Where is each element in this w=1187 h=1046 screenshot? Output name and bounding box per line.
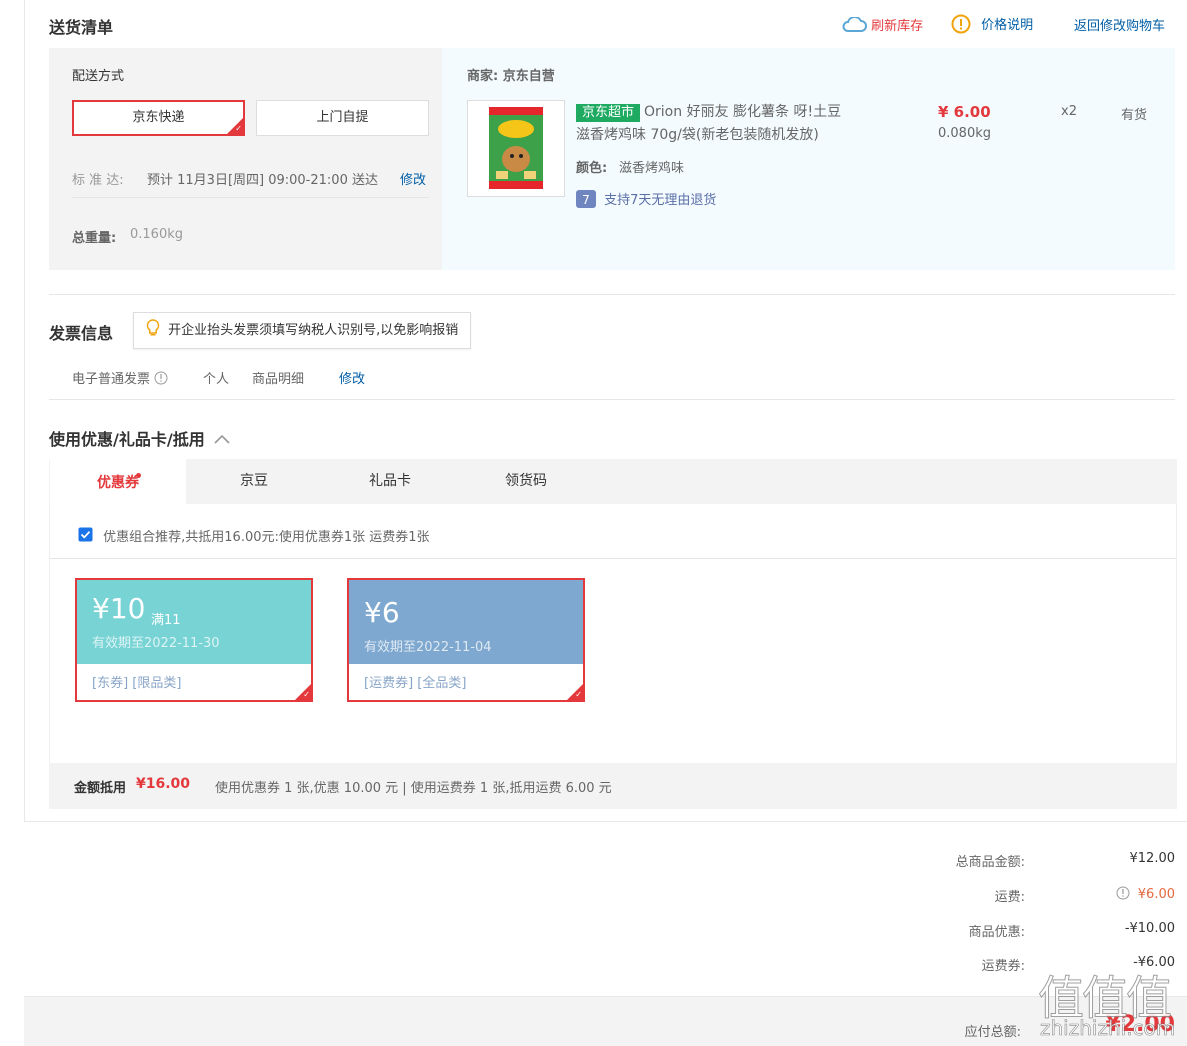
freight-label: 运费: xyxy=(994,890,1025,905)
coupon-2-limit: [运费券] [全品类] xyxy=(364,676,467,691)
shipping-option-jd-label: 京东快递 xyxy=(132,110,185,125)
invoice-person: 个人 xyxy=(203,372,230,387)
invoice-tip-tooltip: 开企业抬头发票须填写纳税人识别号,以免影响报销 xyxy=(133,312,472,349)
price-note-label: 价格说明 xyxy=(981,18,1034,33)
return-policy: 7 支持7天无理由退货 xyxy=(576,189,716,208)
promo-label: 商品优惠: xyxy=(968,925,1025,940)
tab-coupon[interactable]: 优惠券 xyxy=(50,459,186,504)
lightbulb-icon xyxy=(146,319,160,338)
stock-status: 有货 xyxy=(1121,108,1148,123)
checkbox-checked-icon[interactable] xyxy=(78,527,93,545)
standard-delivery-label: 标 准 达: xyxy=(72,173,124,188)
jd-supermarket-tag: 京东超市 xyxy=(576,104,641,122)
coupon-2-expiry: 有效期至2022-11-04 xyxy=(364,640,492,655)
discount-summary-detail: 使用优惠券 1 张,优惠 10.00 元 | 使用运费券 1 张,抵用运费 6.… xyxy=(215,781,612,796)
product-title-line1[interactable]: 京东超市 Orion 好丽友 膨化薯条 呀!土豆 xyxy=(576,101,841,122)
product-color-value: 滋香烤鸡味 xyxy=(619,161,685,176)
promo-value: -¥10.00 xyxy=(1124,921,1175,936)
invoice-tip-text: 开企业抬头发票须填写纳税人识别号,以免影响报销 xyxy=(168,323,459,338)
coupon-card-1[interactable]: ¥10 满11 有效期至2022-11-30 [东券] [限品类] ✓ xyxy=(75,578,313,702)
freight-value: ¥6.00 xyxy=(1137,887,1175,902)
tab-jingdou[interactable]: 京豆 xyxy=(186,459,322,504)
new-dot-badge xyxy=(136,473,141,478)
tab-giftcard[interactable]: 礼品卡 xyxy=(322,459,458,504)
back-to-cart-link[interactable]: 返回修改购物车 xyxy=(1074,15,1165,34)
discount-section-toggle[interactable]: 使用优惠/礼品卡/抵用 xyxy=(49,426,230,450)
product-name-line1: Orion 好丽友 膨化薯条 呀!土豆 xyxy=(644,104,842,120)
shipping-option-pickup-label: 上门自提 xyxy=(316,110,369,125)
invoice-type-label: 电子普通发票 xyxy=(72,372,151,387)
coupon-card-2[interactable]: ¥6 有效期至2022-11-04 [运费券] [全品类] ✓ xyxy=(347,578,585,702)
cloud-icon xyxy=(841,16,867,34)
chips-bag-icon xyxy=(489,107,543,189)
coupon-1-amount: ¥10 xyxy=(92,592,146,625)
coupon-2-selected-check-icon: ✓ xyxy=(567,684,583,700)
warning-icon xyxy=(951,14,971,34)
discount-summary-amount: ¥16.00 xyxy=(136,776,191,792)
payable-label: 应付总额: xyxy=(964,1025,1021,1040)
watermark-site: zhizhizhi.com xyxy=(1040,1016,1176,1041)
info-icon[interactable] xyxy=(154,371,168,387)
product-weight: 0.080kg xyxy=(938,126,991,141)
modify-invoice-link[interactable]: 修改 xyxy=(339,368,365,387)
coupon-divider xyxy=(50,558,1176,559)
goods-total-value: ¥12.00 xyxy=(1129,851,1176,866)
standard-delivery-text: 预计 11月3日[周四] 09:00-21:00 送达 xyxy=(147,173,378,188)
chevron-up-icon xyxy=(210,430,230,449)
section-divider xyxy=(49,294,1175,295)
modify-delivery-time-link[interactable]: 修改 xyxy=(400,169,426,188)
product-name-line2[interactable]: 滋香烤鸡味 70g/袋(新老包装随机发放) xyxy=(576,124,819,144)
total-weight-value: 0.160kg xyxy=(130,227,183,242)
shipping-method-label: 配送方式 xyxy=(72,69,125,84)
section-title-delivery: 送货清单 xyxy=(49,18,114,37)
freight-value-wrap: ¥6.00 xyxy=(1116,886,1175,902)
return-policy-text: 支持7天无理由退货 xyxy=(604,193,717,208)
total-weight-label: 总重量: xyxy=(72,231,117,246)
section-title-invoice: 发票信息 xyxy=(49,324,114,343)
combo-recommend-text: 优惠组合推荐,共抵用16.00元:使用优惠券1张 运费券1张 xyxy=(103,530,430,545)
shipping-option-pickup[interactable]: 上门自提 xyxy=(256,100,429,136)
price-note-link[interactable]: 价格说明 xyxy=(951,14,1033,34)
discount-tabs: 优惠券 京豆 礼品卡 领货码 xyxy=(49,459,1177,504)
coupon-1-selected-check-icon: ✓ xyxy=(295,684,311,700)
invoice-type: 电子普通发票 xyxy=(72,368,168,387)
refresh-stock-link[interactable]: 刷新库存 xyxy=(841,15,923,34)
tab-coupon-label: 优惠券 xyxy=(97,475,139,491)
section-divider-2 xyxy=(49,399,1175,400)
coupon-2-amount: ¥6 xyxy=(364,596,400,629)
product-quantity: x2 xyxy=(1061,104,1077,119)
shipping-option-jd[interactable]: 京东快递 ✓ xyxy=(72,100,245,136)
freight-coupon-label: 运费券: xyxy=(981,959,1025,974)
svg-text:7: 7 xyxy=(582,193,590,207)
selected-check-icon: ✓ xyxy=(227,118,243,134)
tab-pickup-code[interactable]: 领货码 xyxy=(458,459,594,504)
shipping-divider xyxy=(72,197,429,198)
product-color-label: 颜色: xyxy=(576,161,608,176)
section-title-discount: 使用优惠/礼品卡/抵用 xyxy=(49,430,205,449)
return-7days-icon: 7 xyxy=(576,190,596,208)
discount-summary-label: 金额抵用 xyxy=(74,781,127,796)
refresh-stock-label: 刷新库存 xyxy=(871,19,924,34)
combo-recommend[interactable]: 优惠组合推荐,共抵用16.00元:使用优惠券1张 运费券1张 xyxy=(78,526,430,545)
invoice-detail: 商品明细 xyxy=(252,372,305,387)
product-image[interactable] xyxy=(467,100,565,197)
coupon-1-expiry: 有效期至2022-11-30 xyxy=(92,636,220,651)
coupon-1-limit: [东券] [限品类] xyxy=(92,676,182,691)
freight-info-icon[interactable] xyxy=(1116,886,1134,902)
product-price: ¥ 6.00 xyxy=(938,103,991,121)
coupon-1-condition: 满11 xyxy=(151,613,181,628)
merchant-label: 商家: 京东自营 xyxy=(467,69,555,84)
goods-total-label: 总商品金额: xyxy=(955,855,1025,870)
